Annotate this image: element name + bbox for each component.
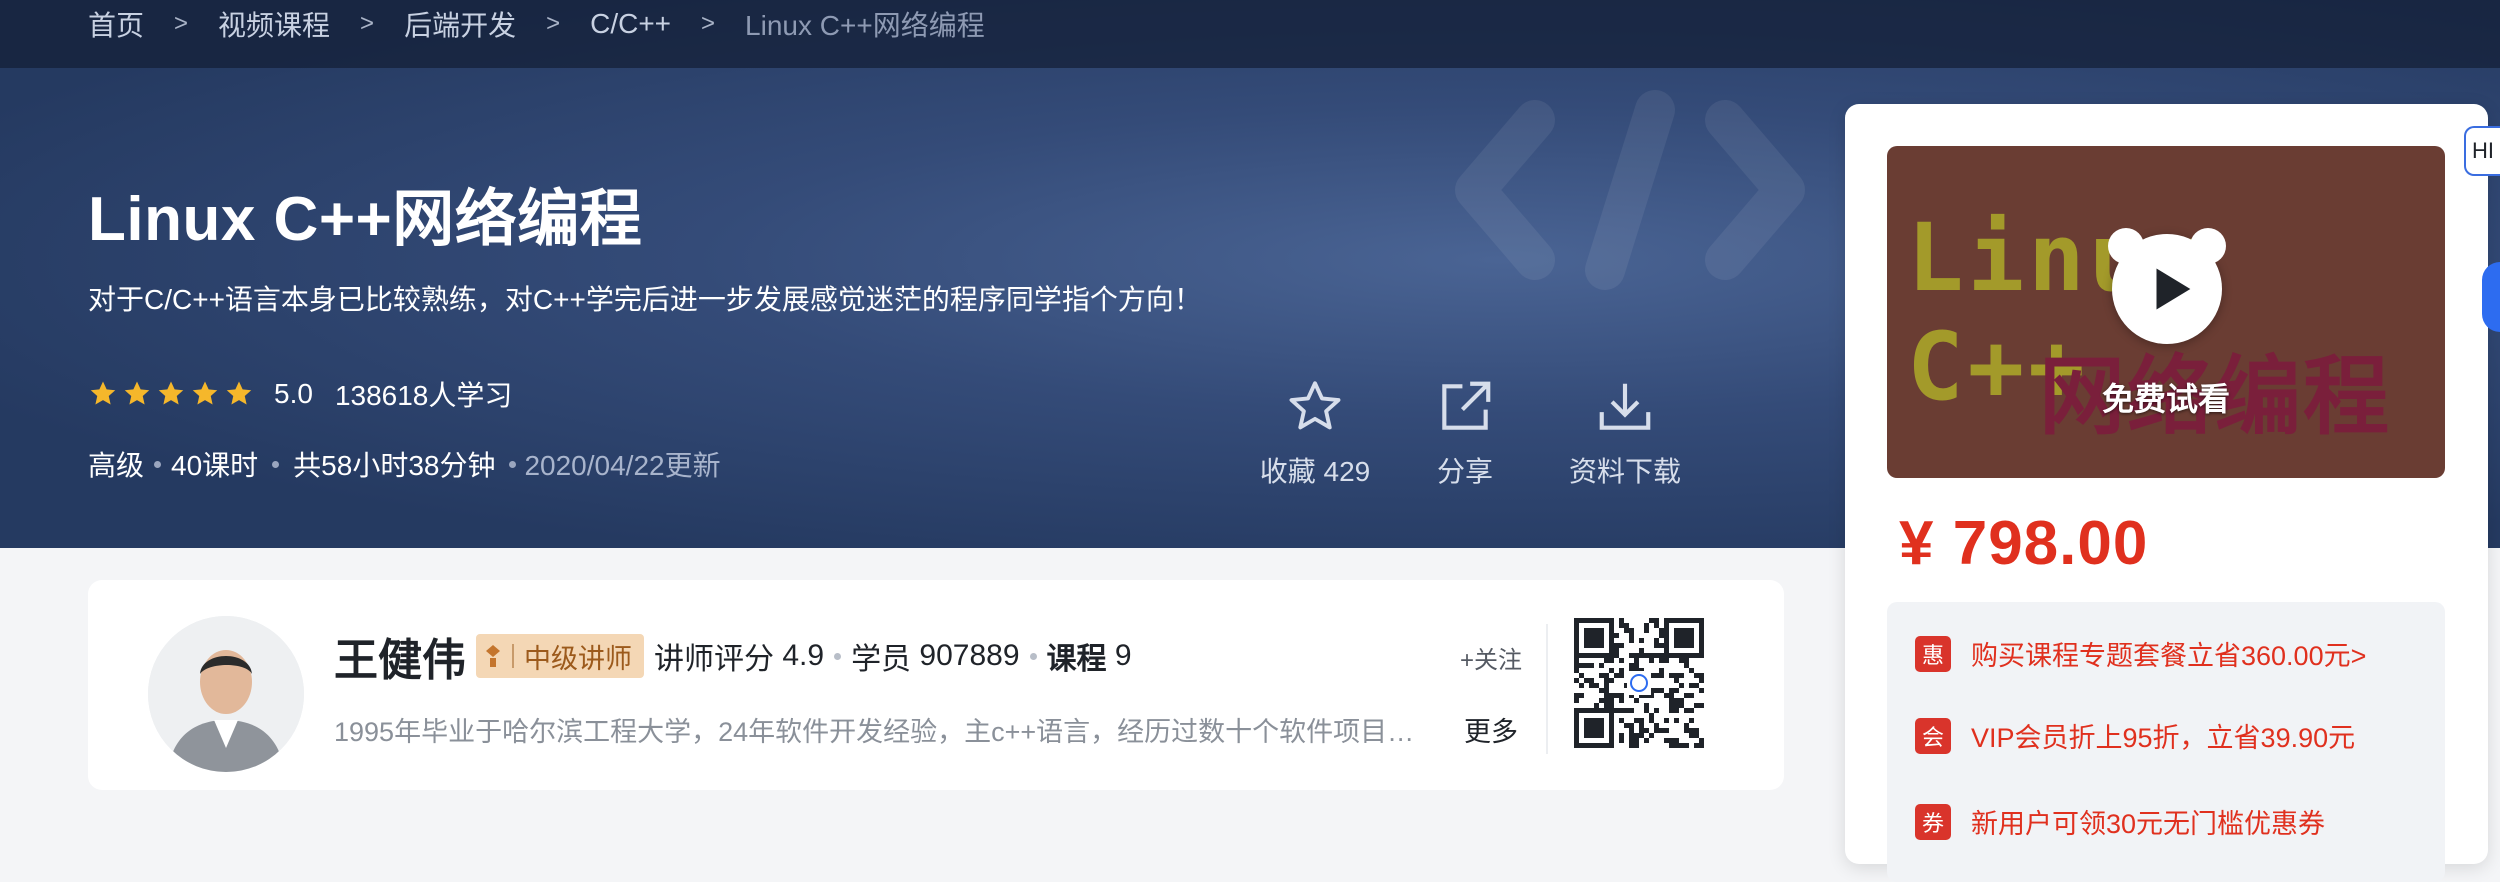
download-label: 资料下载 (1568, 456, 1681, 487)
star-icon (124, 381, 150, 405)
breadcrumb-video-courses[interactable]: 视频课程 (218, 4, 330, 44)
star-icon (226, 381, 252, 405)
qr-code-icon (1574, 618, 1704, 748)
course-level: 高级 (88, 450, 145, 481)
promo-text: VIP会员折上95折，立省39.90元 (1971, 723, 2356, 753)
course-meta: 高级 40课时 共58小时38分钟 2020/04/22更新 (88, 444, 721, 484)
meta-dot (509, 460, 517, 468)
avatar-image (148, 616, 304, 772)
course-title: Linux C++网络编程 (88, 185, 643, 254)
promo-text: 购买课程专题套餐立省360.00元> (1971, 641, 2367, 671)
promo-tag: 会 (1915, 717, 1951, 754)
teacher-more-link[interactable]: 更多 (1464, 710, 1518, 749)
breadcrumb-separator: > (546, 10, 561, 37)
meta-dot (272, 460, 280, 468)
share-icon (1442, 381, 1491, 430)
course-subtitle: 对于C/C++语言本身已比较熟练，对C++学完后进一步发展感觉迷茫的程序同学指个… (88, 284, 1202, 315)
breadcrumb: 首页 > 视频课程 > 后端开发 > C/C++ > Linux C++网络编程 (88, 4, 985, 44)
promo-bundle[interactable]: 惠 购买课程专题套餐立省360.00元> (1915, 634, 2366, 673)
star-icon (192, 381, 218, 405)
learner-count: 138618人学习 (334, 380, 513, 411)
breadcrumb-current: Linux C++网络编程 (745, 10, 985, 41)
share-button[interactable]: 分享 (1390, 376, 1540, 490)
promo-tag: 惠 (1915, 635, 1951, 672)
star-icon (90, 381, 116, 405)
teacher-students: 907889 (919, 639, 1020, 672)
breadcrumb-separator: > (701, 10, 716, 37)
hi-floating-tab[interactable]: HI (2464, 126, 2500, 176)
teacher-score: 4.9 (782, 639, 825, 672)
breadcrumb-backend[interactable]: 后端开发 (404, 4, 516, 44)
teacher-badge-label: 中级讲师 (524, 643, 632, 674)
favorite-label: 收藏 (1259, 456, 1316, 487)
download-materials-button[interactable]: 资料下载 (1540, 376, 1710, 490)
purchase-card: Linux C++ 网络编程 免费试看 ¥ 798.00 惠 购买课程专题套餐立… (1845, 104, 2488, 882)
medal-icon (486, 645, 500, 667)
teacher-description: 1995年毕业于哈尔滨工程大学，24年软件开发经验，主c++语言，经历过数十个软… (334, 717, 1415, 747)
teacher-avatar[interactable] (148, 616, 304, 772)
info-dot (1029, 652, 1037, 660)
floating-help-button[interactable] (2482, 262, 2500, 332)
play-button[interactable] (2108, 228, 2226, 344)
teacher-level-badge: 中级讲师 (476, 634, 644, 678)
breadcrumb-cpp[interactable]: C/C++ (590, 8, 671, 40)
promo-text: 新用户可领30元无门槛优惠券 (1971, 809, 2326, 839)
star-outline-icon (1289, 381, 1341, 430)
meta-dot (154, 460, 162, 468)
favorite-count: 429 (1323, 456, 1371, 487)
breadcrumb-separator: > (360, 10, 375, 37)
course-duration: 共58小时38分钟 (293, 450, 496, 481)
info-dot (834, 652, 842, 660)
courses-label[interactable]: 课程 (1047, 634, 1107, 678)
teacher-card: 王健伟 中级讲师 讲师评分 4.9 学员 907889 课程 9 +关注 199… (88, 580, 1784, 790)
favorite-button[interactable]: 收藏 429 (1240, 376, 1390, 490)
rating-stars (88, 379, 254, 409)
teacher-score-label: 讲师评分 (654, 643, 774, 676)
course-actions: 收藏 429 分享 资料下载 (1240, 376, 1710, 490)
breadcrumb-home[interactable]: 首页 (88, 4, 144, 44)
promo-vip[interactable]: 会 VIP会员折上95折，立省39.90元 (1915, 716, 2355, 755)
play-icon (2156, 268, 2191, 310)
course-cover[interactable]: Linux C++ 网络编程 免费试看 (1887, 146, 2445, 478)
course-updated: 2020/04/22更新 (524, 450, 721, 481)
teacher-name[interactable]: 王健伟 (334, 624, 466, 688)
teacher-info-row: 王健伟 中级讲师 讲师评分 4.9 学员 907889 课程 9 (334, 624, 1132, 688)
promo-tag: 券 (1915, 803, 1951, 840)
course-lessons: 40课时 (171, 450, 259, 481)
divider (1546, 624, 1548, 754)
students-label: 学员 (851, 643, 912, 676)
free-trial-label[interactable]: 免费试看 (1887, 374, 2445, 420)
star-icon (158, 381, 184, 405)
rating-score: 5.0 (274, 378, 313, 409)
code-brackets-decoration-icon (1455, 90, 1805, 290)
rating-row: 5.0 138618人学习 (88, 374, 512, 414)
download-icon (1599, 383, 1651, 430)
teacher-courses: 9 (1114, 639, 1132, 672)
promo-coupon[interactable]: 券 新用户可领30元无门槛优惠券 (1915, 802, 2325, 841)
share-label: 分享 (1436, 456, 1493, 487)
course-price: ¥ 798.00 (1899, 509, 2149, 578)
breadcrumb-separator: > (174, 10, 189, 37)
follow-button[interactable]: +关注 (1460, 640, 1522, 675)
promotions: 惠 购买课程专题套餐立省360.00元> 会 VIP会员折上95折，立省39.9… (1887, 602, 2445, 882)
